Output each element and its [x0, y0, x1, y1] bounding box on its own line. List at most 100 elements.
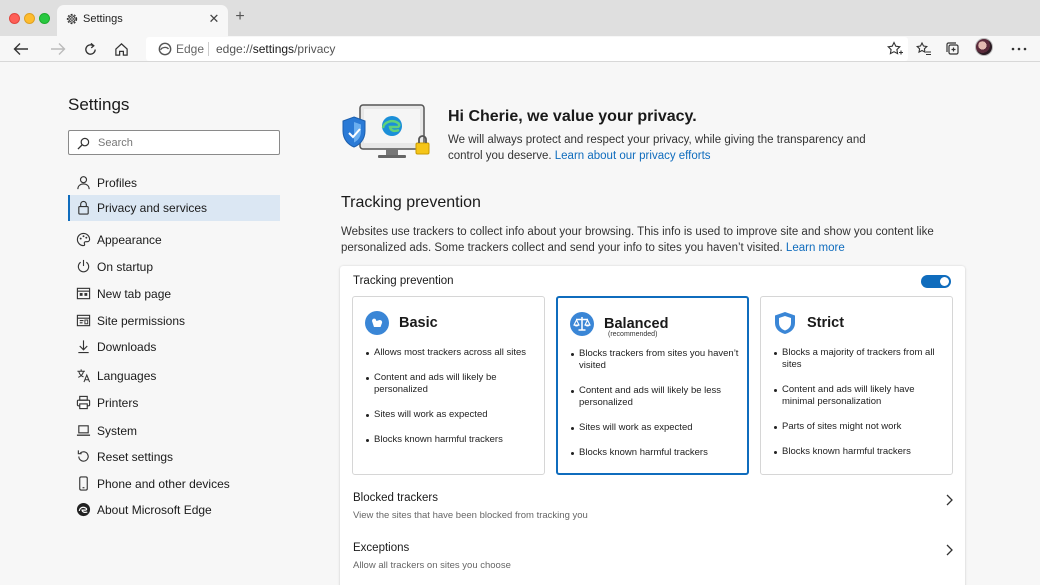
- search-placeholder: Search: [98, 137, 133, 149]
- bullet: Content and ads will likely have minimal…: [774, 384, 944, 408]
- forward-arrow-icon: [51, 43, 66, 55]
- sidebar-item-languages[interactable]: Languages: [68, 363, 280, 389]
- exceptions-row[interactable]: Exceptions Allow all trackers on sites y…: [340, 538, 965, 585]
- bullet: Blocks trackers from sites you haven’t v…: [571, 348, 741, 372]
- palette-icon: [76, 232, 91, 247]
- option-subtitle: (recommended): [608, 331, 658, 338]
- sidebar-item-label: Printers: [97, 396, 139, 410]
- sidebar-item-label: About Microsoft Edge: [97, 503, 212, 517]
- printer-icon: [76, 395, 91, 410]
- bullet: Blocks a majority of trackers from all s…: [774, 347, 944, 371]
- address-bar[interactable]: Edge edge://settings/privacy: [146, 37, 908, 61]
- new-tab-icon: [76, 287, 91, 300]
- sidebar-item-label: Profiles: [97, 176, 138, 190]
- back-arrow-icon: [13, 43, 28, 55]
- site-permissions-icon: [76, 314, 91, 327]
- refresh-icon: [84, 42, 96, 55]
- new-tab-button[interactable]: +: [232, 8, 248, 26]
- laptop-icon: [76, 425, 91, 436]
- maximize-window-button[interactable]: [39, 13, 50, 24]
- tracking-prevention-card: Tracking prevention Basic Allows most tr…: [340, 266, 965, 585]
- phone-icon: [79, 476, 88, 491]
- sidebar-title: Settings: [68, 95, 130, 114]
- privacy-efforts-link[interactable]: Learn about our privacy efforts: [555, 150, 711, 162]
- option-name: Balanced: [604, 316, 669, 332]
- strict-shield-icon: [775, 312, 795, 334]
- blocked-trackers-row[interactable]: Blocked trackers View the sites that hav…: [340, 488, 965, 536]
- tracking-prevention-toggle[interactable]: [921, 275, 951, 288]
- exceptions-subtitle: Allow all trackers on sites you choose: [353, 560, 511, 571]
- learn-more-link[interactable]: Learn more: [786, 242, 845, 254]
- option-strict[interactable]: Strict Blocks a majority of trackers fro…: [760, 296, 953, 475]
- bullet: Blocks known harmful trackers: [571, 447, 741, 459]
- settings-search-input[interactable]: Search: [68, 130, 280, 155]
- sidebar-item-label: Appearance: [97, 233, 162, 247]
- address-url[interactable]: edge://settings/privacy: [216, 42, 335, 56]
- collections-button[interactable]: [942, 38, 964, 60]
- person-icon: [77, 176, 90, 190]
- bullet: Blocks known harmful trackers: [366, 434, 536, 446]
- sidebar-item-downloads[interactable]: Downloads: [68, 334, 280, 360]
- sidebar-item-about-microsoft-edge[interactable]: About Microsoft Edge: [68, 497, 280, 523]
- address-edge-label: Edge: [176, 42, 205, 56]
- sidebar-item-new-tab-page[interactable]: New tab page: [68, 281, 280, 307]
- hero-text: We will always protect and respect your …: [448, 134, 866, 162]
- title-bar: Settings ✕ +: [0, 0, 1040, 36]
- sidebar-item-appearance[interactable]: Appearance: [68, 227, 280, 253]
- sidebar-item-profiles[interactable]: Profiles: [68, 170, 280, 196]
- minimize-window-button[interactable]: [24, 13, 35, 24]
- sidebar-item-label: Privacy and services: [97, 201, 208, 215]
- bullet: Parts of sites might not work: [774, 421, 944, 433]
- sidebar-item-reset-settings[interactable]: Reset settings: [68, 444, 280, 470]
- power-icon: [77, 259, 90, 273]
- privacy-illustration: [342, 104, 430, 158]
- sidebar-item-site-permissions[interactable]: Site permissions: [68, 308, 280, 334]
- tracking-section-title: Tracking prevention: [341, 194, 481, 211]
- sidebar-item-printers[interactable]: Printers: [68, 390, 280, 416]
- download-icon: [78, 340, 89, 354]
- address-separator: [208, 42, 209, 56]
- sidebar-item-on-startup[interactable]: On startup: [68, 254, 280, 280]
- scale-balance-icon: [570, 312, 594, 336]
- languages-icon: [77, 369, 91, 383]
- option-balanced[interactable]: Balanced (recommended) Blocks trackers f…: [556, 296, 749, 475]
- toolbar: Edge edge://settings/privacy: [0, 36, 1040, 62]
- sidebar-item-label: Reset settings: [97, 450, 174, 464]
- add-favorite-star-icon[interactable]: [886, 40, 904, 58]
- collections-icon: [946, 42, 959, 55]
- chevron-right-icon: [946, 494, 953, 506]
- sidebar-item-label: Phone and other devices: [97, 477, 230, 491]
- profile-avatar[interactable]: [975, 38, 993, 56]
- sidebar-item-privacy[interactable]: Privacy and services: [68, 195, 280, 221]
- refresh-button[interactable]: [79, 38, 101, 60]
- bullet: Blocks known harmful trackers: [774, 446, 944, 458]
- close-window-button[interactable]: [9, 13, 20, 24]
- tab-title: Settings: [83, 13, 123, 25]
- home-button[interactable]: [110, 38, 132, 60]
- bullet: Sites will work as expected: [366, 409, 536, 421]
- edge-logo-icon: [158, 42, 172, 56]
- option-bullets: Blocks a majority of trackers from all s…: [774, 347, 944, 471]
- tracking-card-title: Tracking prevention: [353, 275, 454, 287]
- gear-icon: [66, 13, 78, 25]
- forward-button[interactable]: [47, 38, 69, 60]
- option-name: Strict: [807, 315, 845, 331]
- more-options-button[interactable]: [1008, 38, 1030, 60]
- sidebar-item-phone-and-other-devices[interactable]: Phone and other devices: [68, 471, 280, 497]
- bullet: Sites will work as expected: [571, 422, 741, 434]
- option-bullets: Allows most trackers across all sites Co…: [366, 347, 536, 459]
- edge-logo-icon: [76, 502, 91, 517]
- reset-icon: [77, 450, 89, 462]
- sidebar-item-system[interactable]: System: [68, 418, 280, 444]
- sidebar-item-label: Site permissions: [97, 314, 186, 328]
- back-button[interactable]: [10, 38, 32, 60]
- option-basic[interactable]: Basic Allows most trackers across all si…: [352, 296, 545, 475]
- sidebar-item-label: Downloads: [97, 340, 157, 354]
- favorites-button[interactable]: [913, 38, 935, 60]
- lock-icon: [78, 200, 89, 215]
- chevron-right-icon: [946, 544, 953, 556]
- sidebar-item-label: System: [97, 424, 138, 438]
- close-tab-icon[interactable]: ✕: [207, 10, 221, 28]
- blocked-trackers-title: Blocked trackers: [353, 492, 439, 504]
- tab-settings[interactable]: Settings ✕: [57, 5, 228, 36]
